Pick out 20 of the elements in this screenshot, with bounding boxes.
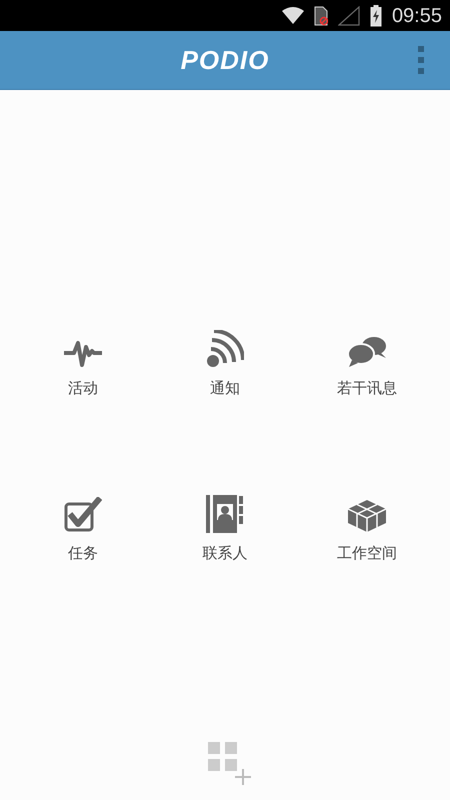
overflow-menu-button[interactable] [416, 46, 426, 74]
pulse-icon [64, 338, 102, 368]
sim-card-icon [314, 6, 328, 26]
menu-item-label[interactable]: 若干讯息 [337, 377, 397, 400]
status-time: 09:55 [392, 4, 442, 28]
wifi-icon [282, 7, 304, 24]
menu-item-label[interactable]: 任务 [68, 542, 98, 564]
address-book-icon [206, 494, 244, 532]
checkbox-icon [64, 496, 102, 532]
menu-item-label[interactable]: 活动 [68, 377, 98, 400]
menu-item-label[interactable]: 工作空间 [337, 542, 397, 564]
chat-bubbles-icon [347, 336, 387, 368]
cube-grid-icon [347, 498, 387, 532]
add-app-button[interactable] [208, 742, 254, 786]
menu-item-label[interactable]: 通知 [210, 377, 240, 400]
menu-item-label[interactable]: 联系人 [202, 542, 248, 564]
app-logo: PODIO [180, 44, 270, 76]
signal-icon [338, 6, 360, 26]
rss-icon [206, 330, 244, 368]
battery-icon [370, 4, 382, 26]
